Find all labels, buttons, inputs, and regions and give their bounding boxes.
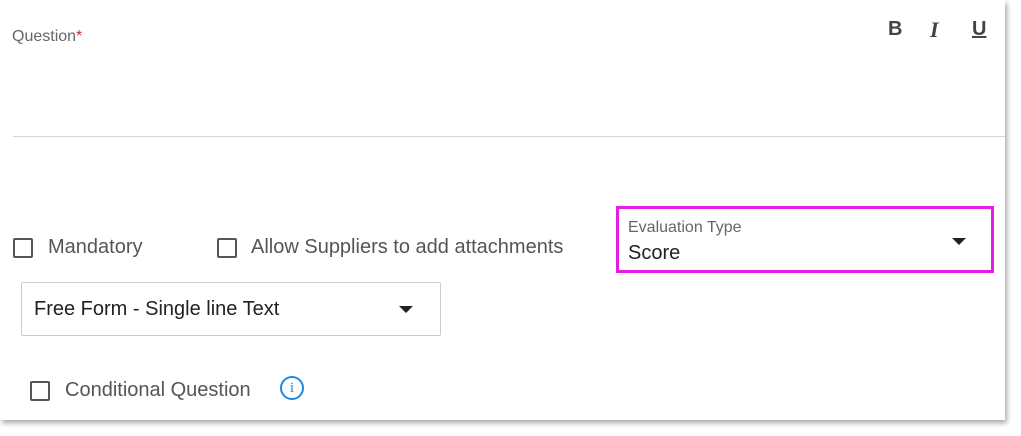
evaluation-type-select[interactable]: Evaluation Type Score [616, 206, 994, 273]
conditional-question-checkbox[interactable] [30, 380, 50, 401]
question-input-underline [13, 136, 1005, 137]
allow-attachments-checkbox[interactable] [217, 237, 237, 258]
bold-button[interactable]: B [888, 18, 902, 41]
question-field-label: Question* [12, 28, 82, 46]
question-label-text: Question [12, 28, 77, 45]
underline-button[interactable]: U [972, 18, 986, 41]
chevron-down-icon [399, 306, 413, 313]
question-editor-panel: Question* B I U Mandatory Allow Supplier… [0, 0, 1005, 420]
chevron-down-icon [952, 238, 966, 245]
required-asterisk: * [76, 28, 83, 45]
conditional-question-option[interactable]: Conditional Question [30, 379, 251, 402]
allow-attachments-label: Allow Suppliers to add attachments [251, 236, 564, 258]
mandatory-label: Mandatory [48, 236, 143, 258]
evaluation-type-value: Score [628, 242, 681, 264]
response-type-value: Free Form - Single line Text [34, 298, 280, 320]
mandatory-option[interactable]: Mandatory [13, 236, 143, 259]
response-type-select[interactable]: Free Form - Single line Text [21, 282, 441, 336]
allow-attachments-option[interactable]: Allow Suppliers to add attachments [217, 236, 563, 259]
italic-button[interactable]: I [930, 17, 939, 43]
evaluation-type-label: Evaluation Type [628, 219, 742, 236]
conditional-question-label: Conditional Question [65, 379, 251, 401]
mandatory-checkbox[interactable] [13, 237, 33, 258]
info-icon[interactable]: i [280, 376, 304, 400]
